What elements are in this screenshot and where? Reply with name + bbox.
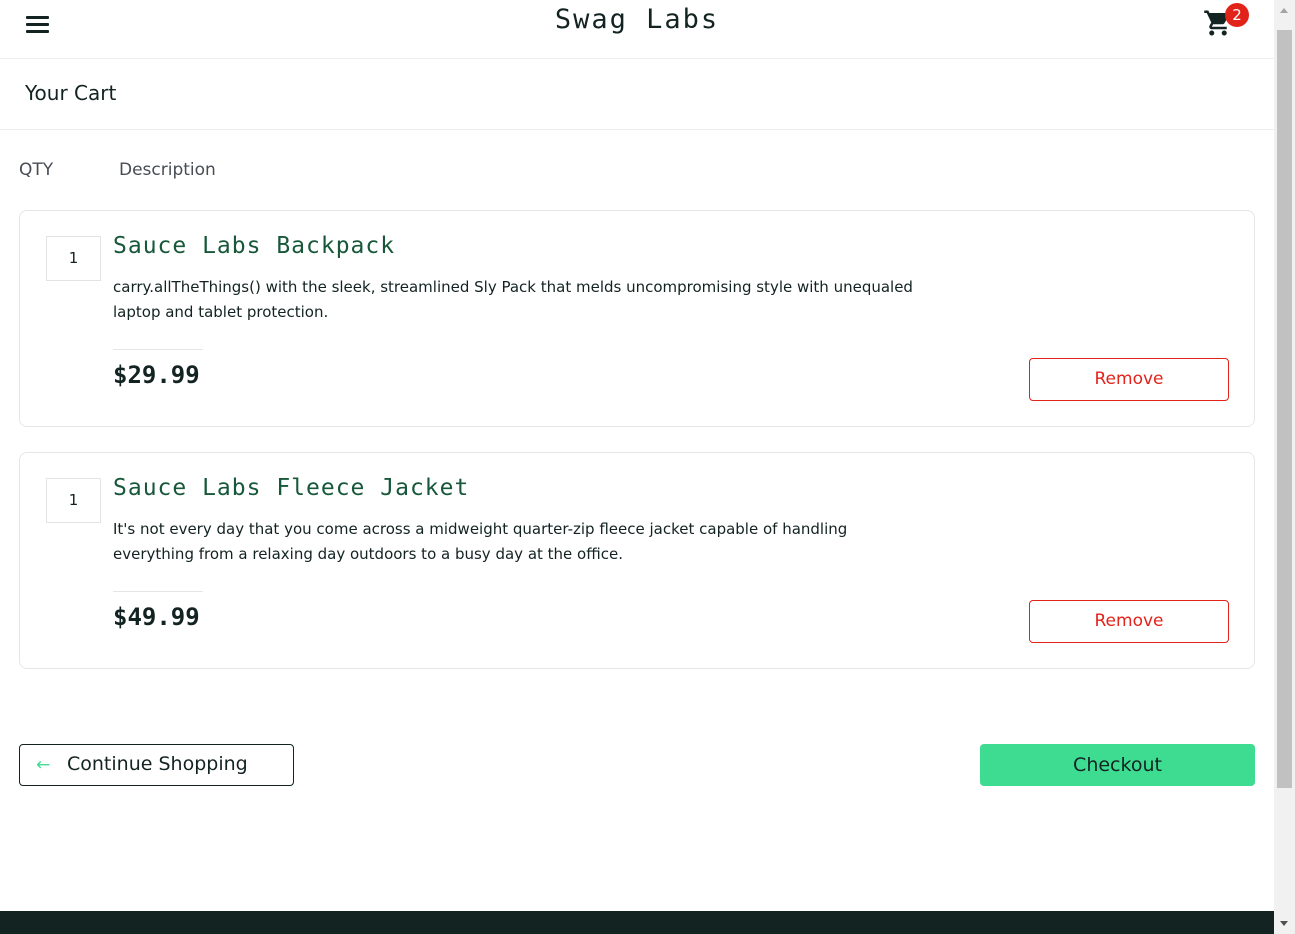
continue-shopping-label: Continue Shopping bbox=[67, 753, 248, 775]
shopping-cart-link[interactable]: 2 bbox=[1203, 3, 1251, 40]
scroll-down-arrow-icon[interactable] bbox=[1274, 913, 1295, 934]
vertical-scrollbar[interactable] bbox=[1274, 0, 1295, 934]
item-name-link[interactable]: Sauce Labs Backpack bbox=[113, 233, 395, 259]
cart-item: 1 Sauce Labs Backpack carry.allTheThings… bbox=[19, 210, 1255, 427]
remove-button[interactable]: Remove bbox=[1029, 600, 1229, 643]
item-name-link[interactable]: Sauce Labs Fleece Jacket bbox=[113, 475, 469, 501]
cart-badge: 2 bbox=[1225, 3, 1249, 27]
item-quantity: 1 bbox=[46, 478, 101, 523]
page-title: Your Cart bbox=[25, 81, 117, 105]
item-quantity: 1 bbox=[46, 236, 101, 281]
scroll-up-arrow-icon[interactable] bbox=[1274, 0, 1295, 21]
remove-button[interactable]: Remove bbox=[1029, 358, 1229, 401]
item-price: $29.99 bbox=[113, 361, 200, 389]
app-header: Swag Labs 2 bbox=[0, 0, 1274, 59]
page-footer bbox=[0, 911, 1274, 934]
app-logo: Swag Labs bbox=[554, 4, 720, 35]
cart-page: Swag Labs 2 Your Cart QTY Description 1 … bbox=[0, 0, 1274, 934]
item-description: carry.allTheThings() with the sleek, str… bbox=[113, 278, 913, 321]
secondary-header: Your Cart bbox=[0, 59, 1274, 130]
arrow-left-icon: ← bbox=[36, 755, 51, 775]
checkout-button[interactable]: Checkout bbox=[980, 744, 1255, 786]
item-price: $49.99 bbox=[113, 603, 200, 631]
cart-item: 1 Sauce Labs Fleece Jacket It's not ever… bbox=[19, 452, 1255, 669]
item-description: It's not every day that you come across … bbox=[113, 520, 848, 563]
continue-shopping-button[interactable]: ← Continue Shopping bbox=[19, 744, 294, 786]
price-divider bbox=[113, 349, 203, 350]
scrollbar-thumb[interactable] bbox=[1277, 30, 1292, 788]
price-divider bbox=[113, 591, 203, 592]
description-column-label: Description bbox=[119, 160, 216, 180]
qty-column-label: QTY bbox=[19, 160, 54, 180]
